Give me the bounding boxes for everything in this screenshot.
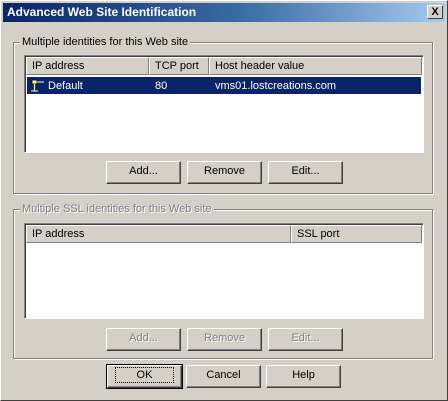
ok-button[interactable]: OK [106, 364, 183, 389]
identities-remove-button[interactable]: Remove [187, 161, 262, 184]
col-header-ssl-ip-address[interactable]: IP address [26, 225, 291, 243]
col-header-host-header[interactable]: Host header value [209, 57, 422, 75]
col-header-ssl-port[interactable]: SSL port [291, 225, 422, 243]
table-row[interactable]: Default 80 vms01.lostcreations.com [27, 77, 421, 94]
identities-edit-label: Edit... [291, 165, 320, 177]
dialog-window: Advanced Web Site Identification X Multi… [0, 0, 448, 401]
help-label: Help [292, 369, 315, 381]
ssl-remove-label: Remove [204, 332, 245, 344]
ssl-add-button[interactable]: Add... [106, 328, 181, 351]
ssl-group-label: Multiple SSL identities for this Web sit… [20, 203, 214, 215]
identities-remove-label: Remove [204, 165, 245, 177]
title-bar[interactable]: Advanced Web Site Identification X [3, 3, 445, 22]
cancel-label: Cancel [206, 369, 241, 381]
close-button[interactable]: X [427, 5, 443, 19]
ssl-identities-group: Multiple SSL identities for this Web sit… [13, 203, 433, 359]
identities-add-label: Add... [129, 165, 158, 177]
identities-add-button[interactable]: Add... [106, 161, 181, 184]
ssl-remove-button[interactable]: Remove [187, 328, 262, 351]
identities-header: IP address TCP port Host header value [26, 57, 422, 75]
row-tcp-port: 80 [155, 79, 168, 92]
ssl-edit-button[interactable]: Edit... [268, 328, 343, 351]
identities-list[interactable]: IP address TCP port Host header value De… [24, 55, 424, 153]
help-button[interactable]: Help [266, 365, 341, 388]
row-host-header: vms01.lostcreations.com [215, 79, 337, 92]
network-icon [31, 79, 45, 92]
row-ip-address: Default [48, 79, 83, 92]
col-header-ip-address[interactable]: IP address [26, 57, 149, 75]
window-title: Advanced Web Site Identification [7, 5, 197, 19]
ssl-header: IP address SSL port [26, 225, 422, 243]
ok-label: OK [114, 367, 175, 383]
ssl-identities-list[interactable]: IP address SSL port [24, 223, 424, 319]
identities-group-label: Multiple identities for this Web site [20, 36, 191, 48]
identities-group: Multiple identities for this Web site IP… [13, 36, 433, 194]
cancel-button[interactable]: Cancel [186, 365, 261, 388]
col-header-tcp-port[interactable]: TCP port [149, 57, 209, 75]
ssl-edit-label: Edit... [291, 332, 320, 344]
identities-edit-button[interactable]: Edit... [268, 161, 343, 184]
ssl-add-label: Add... [129, 332, 158, 344]
